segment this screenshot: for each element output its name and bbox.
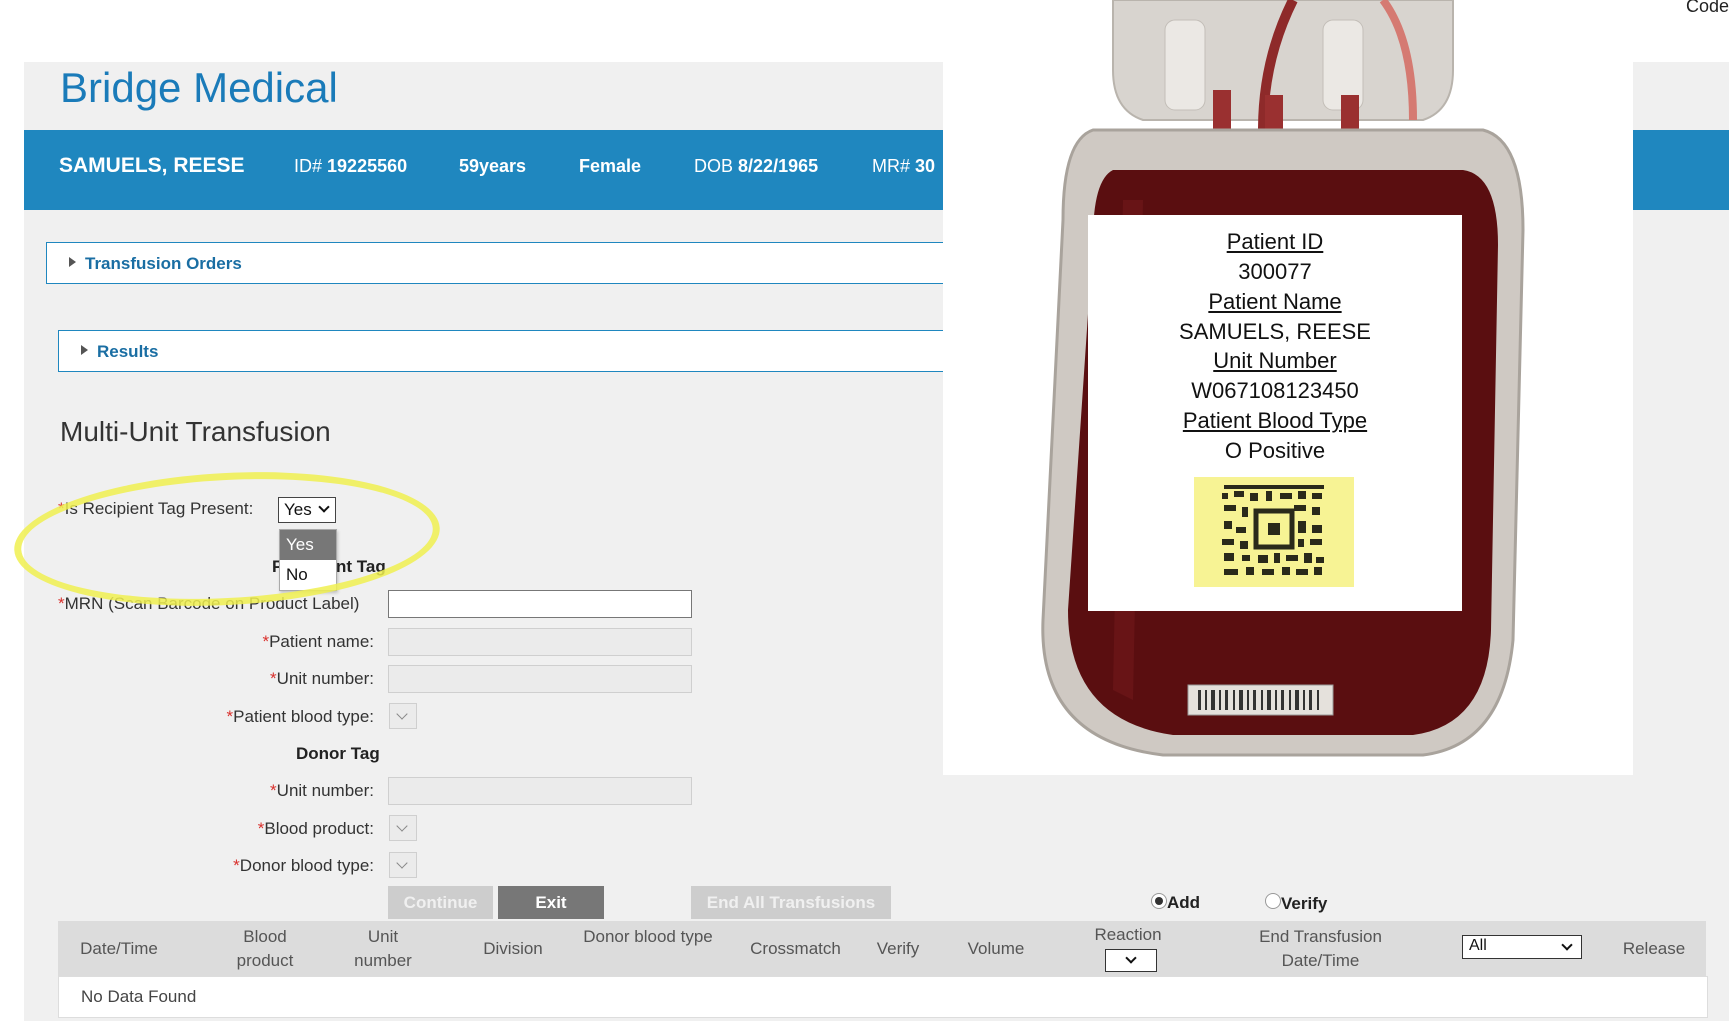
brand-logo: Bridge Medical <box>60 64 338 112</box>
qr-code <box>1194 477 1354 587</box>
end-all-transfusions-button[interactable]: End All Transfusions <box>691 886 891 919</box>
patient-id-label: ID# <box>294 156 323 176</box>
patient-name: SAMUELS, REESE <box>59 154 245 177</box>
patient-blood-type-select[interactable] <box>389 703 417 729</box>
label-unit-number: W067108123450 <box>1191 378 1359 403</box>
label-patient-name: SAMUELS, REESE <box>1179 319 1371 344</box>
column-datetime: Date/Time <box>80 939 158 958</box>
no-data-message: No Data Found <box>81 987 197 1006</box>
label-blood-type: O Positive <box>1224 438 1326 463</box>
donor-unit-number-label-text: Unit number: <box>276 781 374 800</box>
column-end-transfusion: End Transfusion Date/Time <box>1259 927 1382 970</box>
patient-sex: Female <box>579 156 641 177</box>
column-release: Release <box>1622 939 1686 958</box>
brand-light: Medical <box>193 64 338 111</box>
column-blood-product: Blood product <box>236 927 294 970</box>
donor-tag-heading: Donor Tag <box>296 744 380 763</box>
patient-sex-value: Female <box>579 156 642 176</box>
blood-product-label: *Blood product: <box>258 819 374 839</box>
column-unit-number: Unit number <box>354 927 412 970</box>
patient-dob: DOB 8/22/1965 <box>694 156 818 177</box>
column-donor-blood-type: Donor blood type <box>583 927 713 946</box>
chevron-down-icon <box>396 857 408 869</box>
patient-blood-type-label: *Patient blood type: <box>227 707 374 727</box>
add-radio[interactable] <box>1151 893 1167 909</box>
chevron-down-icon <box>1125 952 1137 964</box>
label-patient-id: 300077 <box>1238 259 1312 284</box>
patient-name-label: *Patient name: <box>262 632 374 652</box>
patient-dob-label: DOB <box>694 156 734 176</box>
donor-blood-type-label: *Donor blood type: <box>233 856 374 876</box>
label-unit-number-heading: Unit Number <box>1213 348 1337 373</box>
label-patient-name-heading: Patient Name <box>1208 289 1342 314</box>
expand-arrow-icon <box>69 257 76 267</box>
chevron-down-icon <box>396 820 408 832</box>
label-blood-type-heading: Patient Blood Type <box>1182 408 1368 433</box>
qr-code-icon <box>1222 485 1324 575</box>
unit-number-label-text: Unit number: <box>276 669 374 688</box>
blood-product-label-text: Blood product: <box>264 819 374 838</box>
patient-blood-type-label-text: Patient blood type: <box>233 707 374 726</box>
section-title: Multi-Unit Transfusion <box>60 416 331 447</box>
patient-id: ID# 19225560 <box>294 156 407 177</box>
column-reaction: Reaction <box>1094 925 1162 944</box>
table-body: No Data Found <box>58 976 1708 1018</box>
patient-name-label-text: Patient name: <box>269 632 374 651</box>
donor-blood-type-select[interactable] <box>389 852 417 878</box>
column-crossmatch: Crossmatch <box>750 939 841 958</box>
required-mark: * <box>270 669 277 688</box>
accordion-results[interactable]: Results <box>58 330 945 372</box>
patient-id-value: 19225560 <box>327 156 408 176</box>
required-mark: * <box>270 781 277 800</box>
donor-unit-number-label: *Unit number: <box>270 781 374 801</box>
expand-arrow-icon <box>81 345 88 355</box>
column-verify: Verify <box>876 939 920 958</box>
donor-unit-number-input[interactable] <box>388 777 692 805</box>
brand-bold: Bridge <box>60 64 182 111</box>
patient-dob-value: 8/22/1965 <box>738 156 819 176</box>
label-patient-id-heading: Patient ID <box>1226 229 1324 254</box>
exit-button[interactable]: Exit <box>498 886 604 919</box>
required-mark: * <box>58 594 65 613</box>
status-filter-value: All <box>1469 937 1487 954</box>
accordion-label: Transfusion Orders <box>85 254 242 273</box>
patient-mr-label: MR# <box>872 156 911 176</box>
reaction-filter-select[interactable] <box>1105 949 1157 972</box>
patient-mr-value: 30 <box>915 156 936 176</box>
unit-number-label: *Unit number: <box>270 669 374 689</box>
accordion-label: Results <box>97 342 159 361</box>
chevron-down-icon <box>1561 939 1573 951</box>
verify-radio-label: Verify <box>1281 894 1328 913</box>
patient-mr: MR# 30 <box>872 156 935 177</box>
verify-radio[interactable] <box>1265 893 1281 909</box>
patient-age-value: 59years <box>459 156 527 176</box>
corner-text: Code <box>1685 0 1729 16</box>
accordion-transfusion-orders[interactable]: Transfusion Orders <box>46 242 945 284</box>
donor-blood-type-label-text: Donor blood type: <box>239 856 374 875</box>
table-header: Date/Time Blood product Unit number Divi… <box>58 921 1706 976</box>
unit-number-input[interactable] <box>388 665 692 693</box>
chevron-down-icon <box>396 708 408 720</box>
blood-product-select[interactable] <box>389 815 417 841</box>
status-filter-select[interactable]: All <box>1462 935 1582 959</box>
column-division: Division <box>483 939 543 958</box>
add-radio-label: Add <box>1167 893 1201 912</box>
column-volume: Volume <box>967 939 1025 958</box>
patient-age: 59years <box>459 156 526 177</box>
mrn-input[interactable] <box>388 590 692 618</box>
continue-button[interactable]: Continue <box>388 886 493 919</box>
patient-name-input[interactable] <box>388 628 692 656</box>
required-mark: * <box>233 856 240 875</box>
